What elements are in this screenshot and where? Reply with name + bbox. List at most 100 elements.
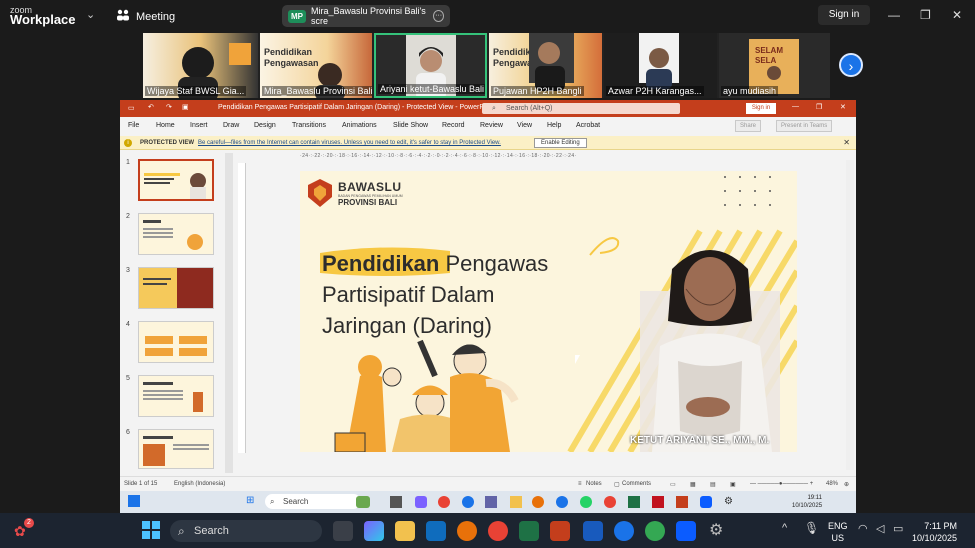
chrome-icon[interactable] [488,521,508,541]
chevron-down-icon[interactable]: ⌄ [86,8,95,21]
meeting-button[interactable]: Meeting [116,9,175,24]
chrome-icon[interactable] [438,496,450,508]
acrobat-icon[interactable] [652,496,664,508]
menu-view[interactable]: View [517,122,532,129]
app-icon[interactable] [356,496,370,508]
participant-tile[interactable]: SELAM SELA ayu mudiasih [719,33,830,98]
menu-home[interactable]: Home [156,122,175,129]
slide-canvas[interactable]: BAWASLU BADAN PENGAWAS PEMILIHAN UMUM PR… [300,171,797,452]
wifi-icon[interactable]: ◠ [858,522,868,535]
chrome-icon[interactable] [604,496,616,508]
zoom-app-icon[interactable] [676,521,696,541]
task-view-icon[interactable] [390,496,402,508]
minimize-icon[interactable]: — [792,103,799,110]
folder-icon[interactable] [510,496,522,508]
excel-icon[interactable] [519,521,539,541]
powerpoint-icon[interactable] [676,496,688,508]
edge-icon[interactable] [462,496,474,508]
slide-sorter-icon[interactable]: ▦ [690,481,696,488]
thumbnail-scrollbar[interactable] [225,153,233,473]
windows-start-icon[interactable] [142,521,160,544]
language-indicator[interactable]: English (Indonesia) [174,481,225,487]
task-view-icon[interactable] [333,521,353,541]
menu-review[interactable]: Review [480,122,503,129]
browser-icon[interactable] [556,496,568,508]
participant-tile-active[interactable]: Ariyani ketut-Bawaslu Bali [374,33,487,98]
screen-share-indicator[interactable]: MP Mira_Bawaslu Provinsi Bali's scre ··· [282,5,450,27]
slide-scrollbar[interactable] [846,160,854,470]
fit-slide-icon[interactable]: ⊕ [844,481,849,488]
settings-icon[interactable]: ⚙ [724,496,733,507]
copilot-icon[interactable] [415,496,427,508]
participant-tile[interactable]: Pendidikan Pengawasan Mira_Bawaslu Provin… [260,33,372,98]
protected-view-message[interactable]: Be careful—files from the Internet can c… [198,140,501,146]
slide-thumbnail[interactable] [138,375,214,417]
menu-file[interactable]: File [128,122,139,129]
close-icon[interactable]: ✕ [843,138,850,147]
autosave-icon[interactable]: ▭ [128,104,135,112]
whatsapp-icon[interactable] [580,496,592,508]
firefox-icon[interactable] [532,496,544,508]
taskbar-search-input[interactable]: ⌕ Search [170,520,322,542]
menu-help[interactable]: Help [547,122,561,129]
close-icon[interactable]: ✕ [840,103,846,111]
language-indicator[interactable]: ENG US [828,520,848,544]
zoom-slider[interactable]: — ─────●────── + [750,481,813,487]
close-icon[interactable]: ✕ [952,8,962,22]
share-button[interactable]: Share [735,120,762,132]
present-icon[interactable]: ▣ [182,103,189,111]
powerpoint-icon[interactable] [550,521,570,541]
settings-icon[interactable]: ⚙ [709,520,723,540]
store-icon[interactable] [426,521,446,541]
widgets-icon[interactable] [128,495,140,507]
teams-icon[interactable] [485,496,497,508]
firefox-icon[interactable] [457,521,477,541]
participant-tile[interactable]: Azwar P2H Karangas... [604,33,717,98]
taskbar-clock[interactable]: 7:11 PM 10/10/2025 [912,520,957,544]
ppt-search-input[interactable]: ⌕ Search (Alt+Q) [482,103,680,114]
word-icon[interactable] [583,521,603,541]
redo-icon[interactable]: ↷ [166,103,172,111]
battery-icon[interactable]: ▭ [893,522,903,535]
menu-animations[interactable]: Animations [342,122,377,129]
menu-draw[interactable]: Draw [223,122,239,129]
menu-transitions[interactable]: Transitions [292,122,326,129]
comments-icon[interactable]: ▢ [614,481,620,488]
folder-icon[interactable] [395,521,415,541]
restore-icon[interactable]: ❐ [920,8,931,22]
menu-slide-show[interactable]: Slide Show [393,122,428,129]
ppt-sign-in-button[interactable]: Sign in [746,103,776,114]
notes-button[interactable]: Notes [586,481,602,487]
windows-start-icon[interactable]: ⊞ [246,495,254,506]
enable-editing-button[interactable]: Enable Editing [534,138,587,148]
participant-tile[interactable]: Wijaya Staf BWSL Gia... [143,33,258,98]
menu-record[interactable]: Record [442,122,465,129]
participant-tile[interactable]: Pendidikan Pengawasan Pujawan HP2H Bangli [489,33,602,98]
slide-thumbnail[interactable] [138,159,214,201]
normal-view-icon[interactable]: ▭ [670,481,676,488]
microphone-icon[interactable]: 🎙 [804,521,819,535]
slide-thumbnail[interactable] [138,267,214,309]
slide-thumbnail[interactable] [138,429,214,469]
chrome-profile-icon[interactable] [645,521,665,541]
more-options-icon[interactable]: ··· [433,10,444,22]
next-page-button[interactable]: › [839,53,863,77]
excel-icon[interactable] [628,496,640,508]
comments-button[interactable]: Comments [622,481,651,487]
chevron-up-icon[interactable]: ^ [782,522,787,534]
restore-icon[interactable]: ❐ [816,103,822,111]
zoom-sign-in-button[interactable]: Sign in [818,5,870,25]
edge-icon[interactable] [614,521,634,541]
minimize-icon[interactable]: — [888,8,900,22]
present-in-teams-button[interactable]: Present in Teams [776,120,833,132]
slide-thumbnail[interactable] [138,321,214,363]
zoom-app-icon[interactable] [700,496,712,508]
slide-thumbnail[interactable] [138,213,214,255]
menu-design[interactable]: Design [254,122,276,129]
slideshow-icon[interactable]: ▣ [730,481,736,488]
volume-icon[interactable]: ◁ [876,522,884,535]
menu-acrobat[interactable]: Acrobat [576,122,600,129]
notes-icon[interactable]: ≡ [578,481,582,487]
inner-search-input[interactable]: ⌕ Search [265,494,361,509]
copilot-icon[interactable] [364,521,384,541]
